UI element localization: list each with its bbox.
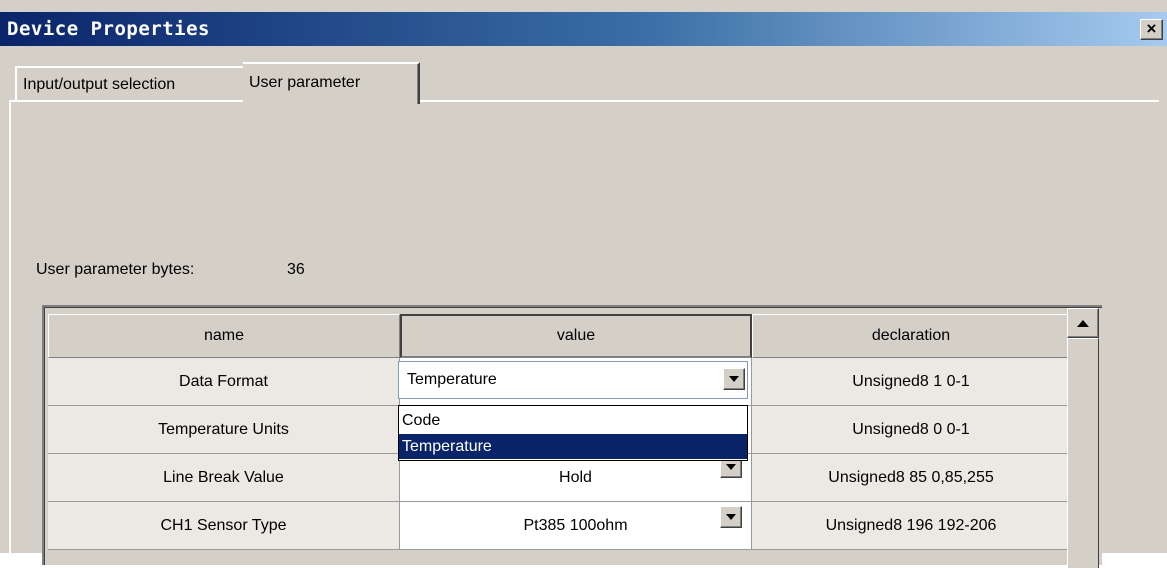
device-properties-dialog: Device Properties × Input/output selecti…: [0, 0, 1167, 568]
column-header-declaration[interactable]: declaration: [752, 314, 1070, 358]
chevron-down-icon: [726, 464, 736, 470]
table-row-declaration-cell: Unsigned8 0 0-1: [752, 406, 1070, 454]
table-row-declaration-cell: Unsigned8 85 0,85,255: [752, 454, 1070, 502]
close-icon: ×: [1146, 19, 1157, 38]
dropdown-option-temperature[interactable]: Temperature: [399, 434, 747, 459]
user-parameter-bytes-value: 36: [287, 261, 305, 278]
chevron-down-icon: [729, 376, 739, 382]
dropdown-button[interactable]: [720, 506, 742, 528]
column-header-name[interactable]: name: [48, 314, 400, 358]
table-row-value-cell[interactable]: Pt385 100ohm: [400, 502, 752, 550]
data-format-combobox[interactable]: Temperature: [398, 361, 748, 399]
vertical-scrollbar[interactable]: [1067, 308, 1099, 568]
window-title: Device Properties: [7, 18, 210, 40]
table-row-declaration-cell: Unsigned8 1 0-1: [752, 358, 1070, 406]
dropdown-option-code[interactable]: Code: [399, 408, 747, 433]
table-row-name-cell: Line Break Value: [48, 454, 400, 502]
scroll-up-button[interactable]: [1067, 308, 1099, 338]
table-row-name-cell: Temperature Units: [48, 406, 400, 454]
table-row-declaration-cell: Unsigned8 196 192-206: [752, 502, 1070, 550]
tab-label: Input/output selection: [23, 76, 176, 93]
user-parameter-bytes-label: User parameter bytes:: [36, 261, 195, 278]
table-row-name-cell: CH1 Sensor Type: [48, 502, 400, 550]
close-button[interactable]: ×: [1140, 19, 1163, 40]
dropdown-button[interactable]: [723, 368, 745, 390]
chevron-down-icon: [726, 514, 736, 520]
tab-input-output-selection[interactable]: Input/output selection: [15, 66, 243, 102]
column-header-value[interactable]: value: [400, 314, 752, 358]
chevron-up-icon: [1077, 319, 1089, 327]
table-row-value-cell[interactable]: Hold: [400, 454, 752, 502]
data-format-dropdown-list: Code Temperature: [398, 405, 748, 461]
combobox-value: Temperature: [407, 371, 497, 388]
tab-label: User parameter: [249, 74, 361, 91]
tab-strip: Input/output selection User parameter: [0, 46, 1167, 104]
scrollbar-thumb[interactable]: [1067, 338, 1099, 568]
table-row-name-cell: Data Format: [48, 358, 400, 406]
title-bar[interactable]: Device Properties ×: [0, 12, 1167, 46]
tab-user-parameter[interactable]: User parameter: [243, 62, 420, 104]
